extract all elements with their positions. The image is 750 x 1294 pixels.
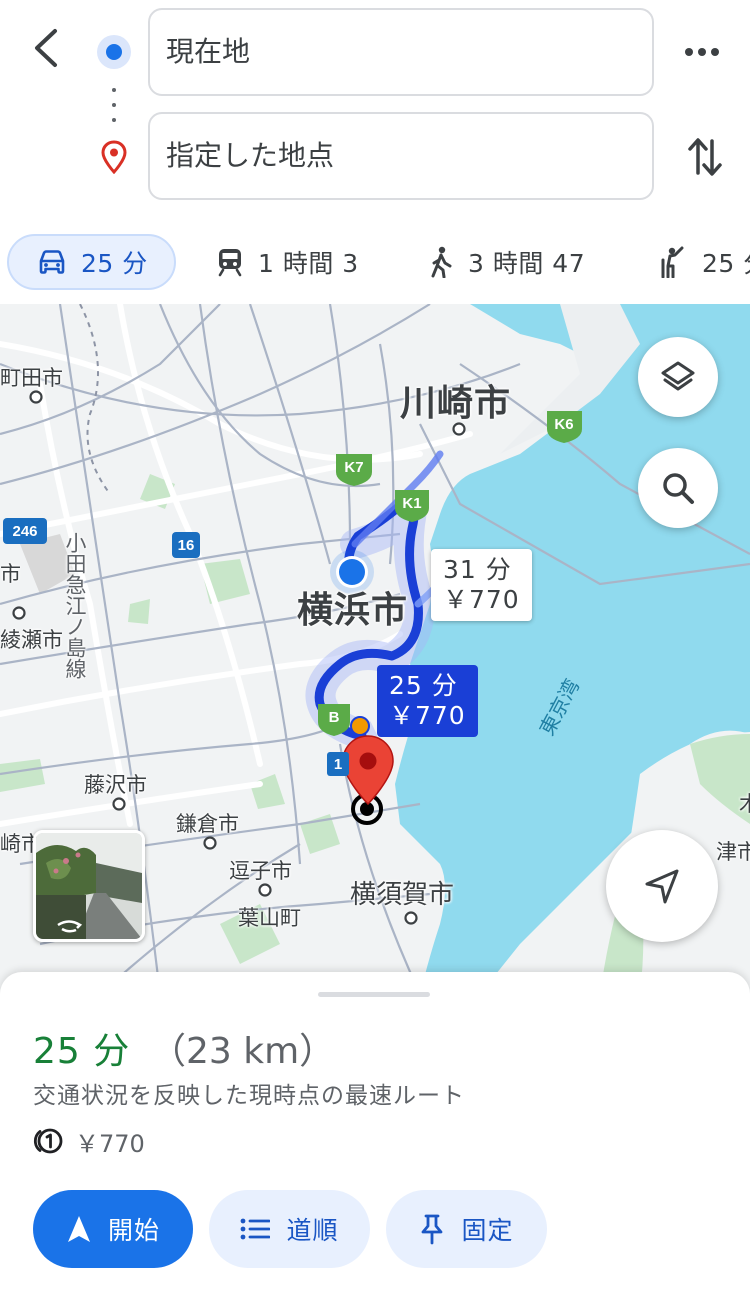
tab-walking[interactable]: 3 時間 47 (428, 234, 585, 290)
route-tag-selected[interactable]: 25 分 ￥770 (377, 665, 478, 737)
route-alt-time: 31 分 (443, 555, 512, 584)
shield-16: 16 (178, 537, 195, 554)
route-duration: 25 分 (33, 1031, 131, 1072)
toll-amount: ￥770 (75, 1129, 145, 1158)
map-label-yokohama: 横浜市 (297, 590, 409, 631)
tab-driving-label: 25 分 (81, 249, 148, 278)
more-options-button[interactable] (680, 30, 724, 74)
map-search-button[interactable] (638, 448, 718, 528)
map-label-hayama: 葉山町 (238, 906, 301, 930)
more-horizontal-icon (685, 48, 719, 56)
tab-ride-hailing[interactable]: 25 分 (658, 234, 750, 290)
pin-icon (422, 1214, 443, 1245)
map-label-yokosuka: 横須賀市 (350, 880, 455, 910)
route-alt-toll: ￥770 (443, 585, 520, 614)
chevron-left-icon (35, 29, 57, 67)
ride-hail-icon (661, 246, 684, 278)
train-icon (218, 249, 242, 277)
travel-mode-tabs: 25 分 1 時間 3 3 時間 47 25 分 (0, 226, 750, 298)
toll-icon (33, 1128, 63, 1154)
recenter-button[interactable] (606, 830, 718, 942)
tab-transit-label: 1 時間 3 (258, 249, 359, 278)
shield-1: 1 (334, 756, 342, 773)
shield-b: B (329, 709, 340, 726)
navigation-icon (67, 1216, 90, 1242)
car-icon (39, 250, 65, 274)
steps-label: 道順 (286, 1216, 339, 1245)
map-label-edge-right: 木 (739, 792, 750, 816)
navigation-arrow-icon (645, 869, 679, 904)
pin-label: 固定 (461, 1216, 514, 1245)
destination-pin-icon (101, 140, 127, 174)
layers-icon (661, 361, 695, 391)
back-button[interactable] (22, 22, 70, 74)
shield-246: 246 (12, 523, 37, 540)
route-summary-sheet: 25 分 （23 km） 交通状況を反映した現時点の最速ルート ￥770 開始 … (0, 972, 750, 1294)
route-main-toll: ￥770 (389, 701, 466, 730)
shield-k7: K7 (344, 459, 363, 476)
route-tag-alternative[interactable]: 31 分 ￥770 (431, 549, 532, 621)
shield-k1: K1 (402, 495, 421, 512)
map-label-zushi: 逗子市 (229, 859, 292, 883)
map-label-fujisawa: 藤沢市 (84, 773, 147, 797)
start-label: 開始 (107, 1216, 160, 1245)
origin-input[interactable]: 現在地 (148, 8, 654, 96)
route-distance: （23 km） (150, 1031, 336, 1072)
origin-dot-icon (97, 35, 131, 69)
pin-button[interactable]: 固定 (386, 1190, 547, 1268)
route-main-time: 25 分 (389, 671, 458, 700)
start-navigation-button[interactable]: 開始 (33, 1190, 193, 1268)
route-map[interactable]: K7 K1 K6 246 16 B 1 川崎市 横浜市 町田市 市 綾瀬市 藤沢… (0, 304, 750, 994)
tab-walking-label: 3 時間 47 (468, 249, 586, 278)
street-view-thumbnail[interactable] (33, 830, 145, 942)
route-dots-icon (111, 88, 117, 122)
map-label-city-edge: 市 (0, 562, 21, 586)
destination-input[interactable]: 指定した地点 (148, 112, 654, 200)
swap-vertical-icon (688, 138, 722, 176)
shield-k6: K6 (554, 416, 573, 433)
layers-button[interactable] (638, 337, 718, 417)
walk-icon (431, 246, 452, 278)
map-label-kawasaki: 川崎市 (400, 383, 512, 424)
map-label-ayase: 綾瀬市 (0, 628, 63, 652)
directions-screen: 現在地 指定した地点 25 分 1 時間 3 3 時間 47 25 K7 K1 … (0, 0, 750, 1294)
steps-button[interactable]: 道順 (209, 1190, 370, 1268)
toll-info: ￥770 (33, 1124, 145, 1158)
tab-transit[interactable]: 1 時間 3 (216, 234, 359, 290)
tab-driving[interactable]: 25 分 (7, 234, 176, 290)
swap-button[interactable] (680, 132, 730, 182)
map-label-machida: 町田市 (0, 366, 63, 390)
map-label-odakyu-line: 小田急江ノ島線 (63, 532, 87, 679)
sheet-drag-handle[interactable] (318, 992, 430, 997)
route-description: 交通状況を反映した現時点の最速ルート (33, 1083, 465, 1109)
map-label-kamakura: 鎌倉市 (176, 812, 239, 836)
map-label-futtsu: 津市 (716, 840, 750, 864)
street-view-image (36, 833, 142, 939)
search-icon (663, 473, 694, 504)
list-icon (241, 1218, 271, 1240)
tab-ride-hailing-label: 25 分 (702, 249, 750, 278)
